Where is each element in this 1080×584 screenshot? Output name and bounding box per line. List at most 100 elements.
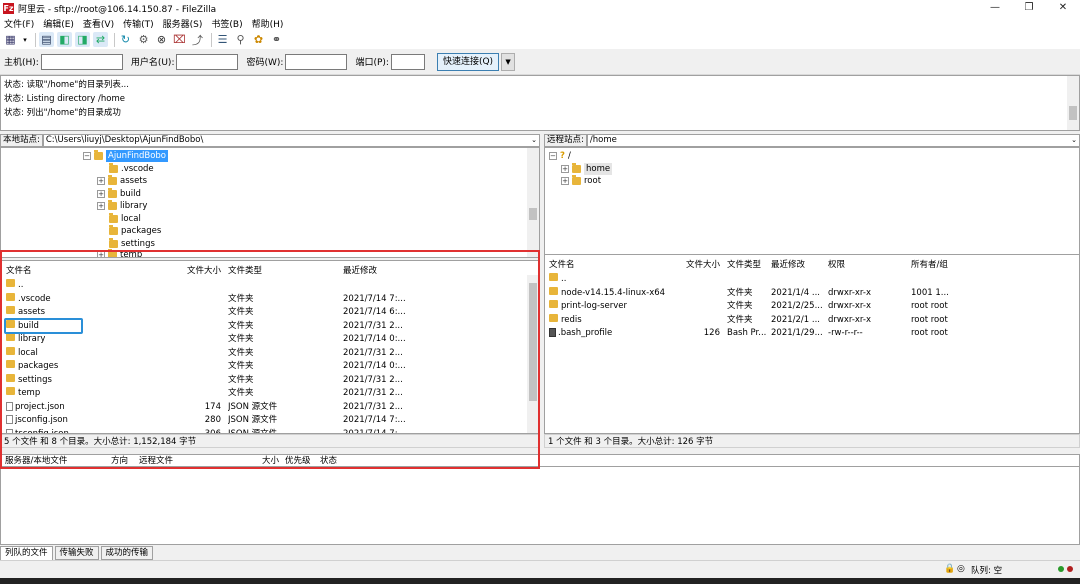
port-input[interactable] [390, 53, 425, 70]
tab-successful-transfers[interactable]: 成功的传输 [100, 546, 154, 560]
username-input[interactable] [176, 53, 239, 70]
tree-item-build[interactable]: + build [97, 187, 141, 200]
cell-text: 2021/7/31 2... [343, 388, 403, 398]
file-row[interactable]: assets 文件夹 2021/7/14 6:... [1, 306, 525, 320]
tree-item-settings[interactable]: settings [109, 237, 155, 250]
file-row[interactable]: library 文件夹 2021/7/14 0:... [1, 333, 525, 347]
tree-item-assets[interactable]: + assets [97, 175, 147, 187]
expand-icon[interactable]: + [97, 251, 105, 257]
password-input[interactable] [285, 53, 348, 70]
chevron-down-icon[interactable]: ⌄ [531, 135, 537, 146]
tab-queued-files[interactable]: 列队的文件 [0, 546, 53, 560]
local-tree-scrollbar[interactable] [527, 148, 539, 257]
file-row[interactable]: jsconfig.json 280 JSON 源文件 2021/7/14 7:... [1, 414, 525, 428]
close-icon[interactable]: ✕ [1046, 0, 1080, 16]
column-header-filesize[interactable]: 文件大小 [686, 259, 720, 272]
host-input[interactable] [40, 53, 123, 70]
reconnect-icon[interactable]: ⤴ [190, 32, 205, 47]
find-files-icon[interactable]: ⚭ [269, 32, 284, 47]
tree-item-packages[interactable]: packages [109, 225, 161, 237]
quickconnect-dropdown-icon[interactable]: ▼ [501, 52, 516, 71]
file-row[interactable]: packages 文件夹 2021/7/14 0:... [1, 360, 525, 374]
file-row[interactable]: node-v14.15.4-linux-x64 文件夹 2021/1/4 ... dr… [545, 286, 1065, 301]
file-row[interactable]: .vscode 文件夹 2021/7/14 7:... [1, 292, 525, 307]
local-path-input[interactable]: C:\Users\liuyj\Desktop\AjunFindBobo\ ⌄ [42, 133, 540, 147]
column-header-modified[interactable]: 最近修改 [771, 259, 805, 272]
collapse-icon[interactable]: − [549, 152, 557, 160]
menu-file[interactable]: 文件(F) [4, 17, 34, 30]
process-queue-icon[interactable]: ⚙ [136, 32, 151, 47]
tree-item-local[interactable]: local [109, 212, 141, 225]
minimize-icon[interactable]: — [978, 0, 1012, 16]
local-list-scroll-thumb[interactable] [529, 283, 537, 401]
tree-item-temp[interactable]: + temp [97, 249, 143, 258]
file-row[interactable]: .. [1, 279, 525, 293]
cell-modified: 2021/1/4 ... [771, 287, 820, 301]
column-header-modified[interactable]: 最近修改 [343, 265, 377, 278]
tree-item-root-slash[interactable]: − ? / [549, 150, 571, 162]
expand-icon[interactable]: + [97, 202, 105, 210]
file-row[interactable]: redis 文件夹 2021/2/1 ... drwxr-xr-x root root [545, 313, 1065, 328]
column-header-filesize[interactable]: 文件大小 [187, 265, 221, 278]
file-row[interactable]: .. [545, 273, 1065, 287]
menu-bookmarks[interactable]: 书签(B) [211, 17, 242, 30]
folder-icon [549, 286, 558, 295]
menu-edit[interactable]: 编辑(E) [43, 17, 74, 30]
expand-icon[interactable]: + [97, 177, 105, 185]
file-row[interactable]: temp 文件夹 2021/7/31 2... [1, 387, 525, 401]
tree-item-vscode[interactable]: .vscode [109, 162, 154, 175]
tree-item-root[interactable]: + root [561, 175, 601, 187]
column-header-filetype[interactable]: 文件类型 [727, 259, 761, 272]
expand-icon[interactable]: + [561, 177, 569, 185]
tree-item-ajunfindbobo[interactable]: − AjunFindBobo [83, 150, 168, 162]
file-row[interactable]: local 文件夹 2021/7/31 2... [1, 346, 525, 361]
speed-limit-icon[interactable]: ◎ [957, 564, 965, 574]
file-row[interactable]: project.json 174 JSON 源文件 2021/7/31 2... [1, 401, 525, 415]
menu-view[interactable]: 查看(V) [83, 17, 114, 30]
collapse-icon[interactable]: − [83, 152, 91, 160]
remote-path-input[interactable]: /home ⌄ [586, 133, 1080, 147]
maximize-icon[interactable]: ❐ [1012, 0, 1046, 16]
column-header-filename[interactable]: 文件名 [6, 265, 32, 278]
cancel-icon[interactable]: ⊗ [154, 32, 169, 47]
tree-item-library[interactable]: + library [97, 200, 147, 212]
filter-icon[interactable]: ☰ [215, 32, 230, 47]
file-row[interactable]: print-log-server 文件夹 2021/2/25... drwxr-xr-… [545, 300, 1065, 314]
column-header-owner[interactable]: 所有者/组 [911, 259, 948, 272]
tab-failed-transfers[interactable]: 传输失败 [54, 546, 99, 560]
refresh-icon[interactable]: ↻ [118, 32, 133, 47]
toggle-log-icon[interactable]: ▤ [39, 32, 54, 47]
expand-icon[interactable]: + [561, 164, 569, 173]
local-tree-scroll-thumb[interactable] [529, 208, 537, 220]
tree-item-label: temp [120, 250, 143, 258]
local-list-scrollbar[interactable] [527, 275, 539, 433]
quickconnect-button[interactable]: 快速连接(Q) [436, 52, 500, 71]
log-scroll-thumb[interactable] [1069, 106, 1077, 120]
column-header-permissions[interactable]: 权限 [828, 259, 845, 272]
menu-transfer[interactable]: 传输(T) [123, 17, 154, 30]
site-manager-icon[interactable]: ▦ [3, 32, 18, 47]
file-row[interactable]: settings 文件夹 2021/7/31 2... [1, 373, 525, 388]
cell-type: 文件夹 [727, 287, 753, 301]
toggle-queue-icon[interactable]: ⇄ [93, 32, 108, 47]
chevron-down-icon[interactable]: ⌄ [1071, 135, 1077, 146]
file-row[interactable]: .bash_profile 126 Bash Pr... 2021/1/29... -r… [545, 327, 1065, 341]
menu-server[interactable]: 服务器(S) [163, 17, 203, 30]
cell-type: 文件夹 [228, 387, 254, 401]
toggle-remote-tree-icon[interactable]: ◨ [75, 32, 90, 47]
dropdown-arrow-icon[interactable]: ▾ [21, 32, 29, 47]
tree-item-home[interactable]: + home [561, 162, 613, 175]
disconnect-icon[interactable]: ⌧ [172, 32, 187, 47]
cell-name: temp [6, 387, 40, 401]
toggle-local-tree-icon[interactable]: ◧ [57, 32, 72, 47]
toggle-sync-icon[interactable]: ⚲ [233, 32, 248, 47]
menu-help[interactable]: 帮助(H) [252, 17, 284, 30]
remote-status: 1 个文件 和 3 个目录。大小总计: 126 字节 [544, 434, 1080, 448]
recursive-search-icon[interactable]: ✿ [251, 32, 266, 47]
column-header-filename[interactable]: 文件名 [549, 259, 575, 272]
cell-modified: 2021/7/31 2... [343, 387, 403, 401]
file-row[interactable]: build 文件夹 2021/7/31 2... [1, 319, 525, 334]
column-header-filetype[interactable]: 文件类型 [228, 265, 262, 278]
expand-icon[interactable]: + [97, 189, 105, 198]
log-scrollbar[interactable] [1067, 76, 1079, 130]
